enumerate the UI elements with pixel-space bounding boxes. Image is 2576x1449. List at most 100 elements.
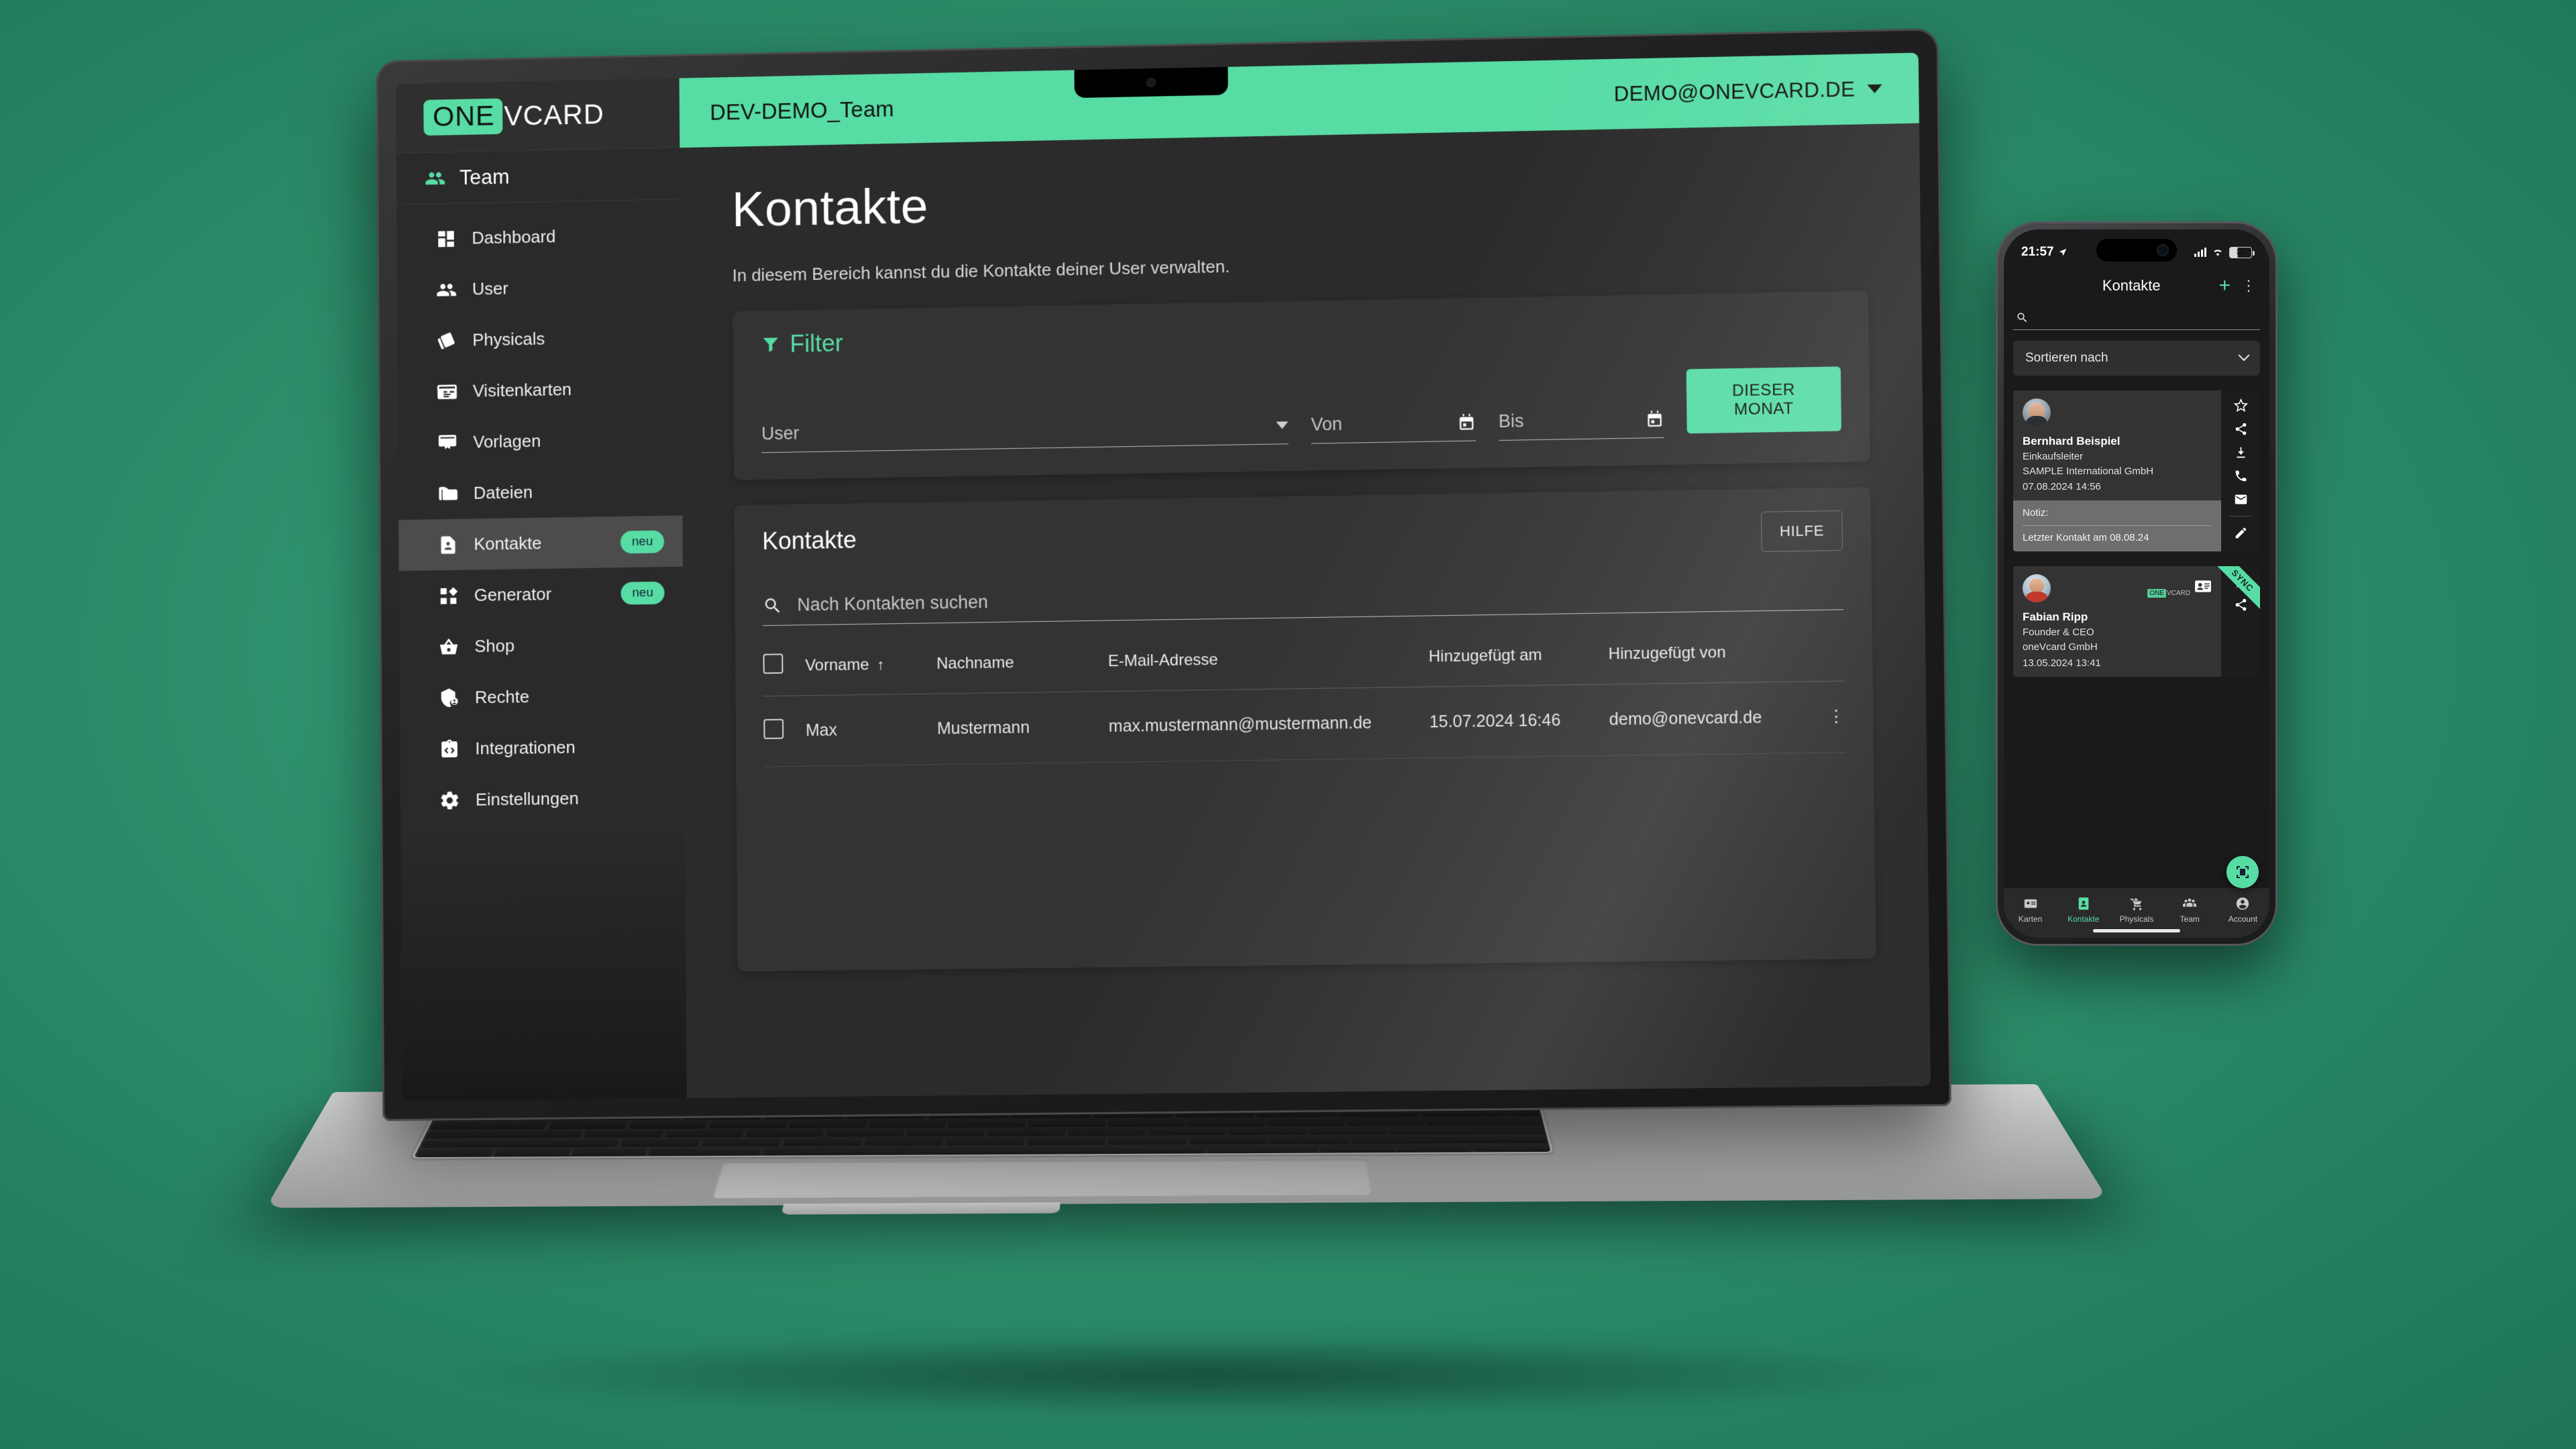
mini-logo-vcard: VCARD bbox=[2166, 590, 2190, 598]
column-header-nachname[interactable]: Nachname bbox=[936, 627, 1109, 694]
tab-account[interactable]: Account bbox=[2216, 896, 2269, 924]
sidebar-item-physicals[interactable]: Physicals bbox=[397, 311, 681, 367]
sidebar-item-kontakte[interactable]: Kontakte neu bbox=[398, 515, 683, 572]
column-header-actions bbox=[1810, 616, 1845, 682]
overflow-menu-icon[interactable]: ⋮ bbox=[2241, 278, 2256, 292]
contact-card[interactable]: Bernhard Beispiel Einkaufsleiter SAMPLE … bbox=[2013, 390, 2260, 552]
sidebar-item-label: User bbox=[472, 278, 508, 299]
phone-icon[interactable] bbox=[2234, 469, 2248, 483]
phone-status-bar: 21:57 36 bbox=[2004, 229, 2269, 268]
email-icon[interactable] bbox=[2234, 492, 2248, 506]
sidebar-team-row[interactable]: Team bbox=[396, 148, 680, 205]
share-icon[interactable] bbox=[2234, 598, 2248, 612]
contact-card-main: Bernhard Beispiel Einkaufsleiter SAMPLE … bbox=[2013, 390, 2221, 552]
note-text: Letzter Kontakt am 08.08.24 bbox=[2023, 532, 2149, 544]
contact-card[interactable]: ONE VCARD Fabian Ripp Founder & CEO oneV… bbox=[2013, 566, 2260, 677]
sidebar-item-label: Rechte bbox=[474, 686, 530, 708]
sidebar-item-dateien[interactable]: Dateien bbox=[398, 464, 683, 520]
select-all-checkbox[interactable] bbox=[763, 653, 784, 674]
share-icon[interactable] bbox=[2234, 422, 2248, 436]
code-clipboard-icon bbox=[438, 738, 461, 761]
download-icon[interactable] bbox=[2234, 445, 2248, 460]
account-email: DEMO@ONEVCARD.DE bbox=[1613, 77, 1856, 106]
sidebar-item-rechte[interactable]: Rechte bbox=[400, 669, 684, 724]
gear-icon bbox=[439, 789, 462, 812]
add-contact-icon[interactable]: + bbox=[2218, 276, 2231, 296]
location-arrow-icon bbox=[2059, 248, 2066, 256]
cell-vorname: Max bbox=[805, 694, 938, 767]
row-menu-icon[interactable]: ⋮ bbox=[1811, 681, 1845, 753]
cart-add-icon bbox=[2130, 898, 2142, 910]
help-button[interactable]: HILFE bbox=[1761, 510, 1843, 552]
contact-company: SAMPLE International GmbH bbox=[2023, 465, 2154, 477]
contact-actions bbox=[2221, 390, 2260, 552]
calendar-icon bbox=[1648, 411, 1662, 427]
edit-icon[interactable] bbox=[2234, 526, 2248, 540]
sidebar-item-label: Kontakte bbox=[474, 533, 542, 554]
user-select[interactable]: User bbox=[761, 415, 1289, 453]
phone-app-header: Kontakte + ⋮ bbox=[2004, 268, 2269, 303]
date-to-input[interactable]: Bis bbox=[1498, 408, 1664, 441]
date-from-input[interactable]: Von bbox=[1311, 411, 1476, 444]
sidebar-item-dashboard[interactable]: Dashboard bbox=[396, 209, 680, 265]
table-row[interactable]: Max Mustermann max.mustermann@mustermann… bbox=[763, 681, 1845, 767]
tab-team[interactable]: Team bbox=[2163, 896, 2216, 924]
phone-body: Sortieren nach Bernhard Beispiel Einkauf… bbox=[2004, 303, 2269, 888]
account-menu[interactable]: DEMO@ONEVCARD.DE bbox=[1614, 76, 1882, 106]
tab-label: Team bbox=[2180, 914, 2200, 924]
sidebar-item-shop[interactable]: Shop bbox=[399, 618, 684, 673]
filter-card: Filter User Von Bis DIESER MONAT bbox=[733, 290, 1870, 480]
tab-label: Kontakte bbox=[2068, 914, 2100, 924]
sidebar-item-vorlagen[interactable]: Vorlagen bbox=[398, 413, 682, 469]
column-header-email[interactable]: E-Mail-Adresse bbox=[1108, 623, 1430, 692]
tab-label: Karten bbox=[2018, 914, 2043, 924]
template-icon bbox=[436, 431, 459, 454]
tab-karten[interactable]: Karten bbox=[2004, 896, 2057, 924]
contacts-card: Kontakte HILFE Nach Kontakten suchen Vor… bbox=[734, 487, 1876, 972]
webcam-notch bbox=[1074, 66, 1228, 99]
column-header-hinzugefuegt-am[interactable]: Hinzugefügt am bbox=[1428, 620, 1609, 687]
chevron-down-icon bbox=[1276, 421, 1289, 429]
logo-vcard-text: VCARD bbox=[504, 98, 604, 131]
scan-qr-button[interactable] bbox=[2226, 856, 2259, 888]
sidebar-item-visitenkarten[interactable]: Visitenkarten bbox=[398, 362, 682, 418]
business-card-icon bbox=[436, 380, 459, 403]
sidebar-item-generator[interactable]: Generator neu bbox=[399, 567, 684, 623]
team-icon bbox=[424, 166, 447, 189]
cell-nachname: Mustermann bbox=[936, 691, 1110, 765]
sidebar-item-integrationen[interactable]: Integrationen bbox=[400, 720, 684, 775]
status-right: 36 bbox=[2194, 246, 2255, 258]
column-header-hinzugefuegt-von[interactable]: Hinzugefügt von bbox=[1608, 617, 1811, 685]
sidebar-item-label: Integrationen bbox=[475, 737, 576, 759]
main-area: DEV-DEMO_Team DEMO@ONEVCARD.DE Kontakte … bbox=[679, 52, 1931, 1098]
laptop-shadow bbox=[456, 1335, 1959, 1415]
star-icon[interactable] bbox=[2233, 398, 2248, 413]
phone-search-input[interactable] bbox=[2013, 307, 2260, 330]
wifi-icon bbox=[2214, 250, 2222, 256]
laptop-mockup: ONE VCARD Team Dashboard User Physicals … bbox=[266, 28, 2108, 1415]
sidebar: ONE VCARD Team Dashboard User Physicals … bbox=[395, 78, 688, 1102]
basket-icon bbox=[437, 635, 460, 658]
logo: ONE VCARD bbox=[423, 97, 604, 136]
contact-icon bbox=[2078, 897, 2089, 910]
tab-kontakte[interactable]: Kontakte bbox=[2057, 896, 2110, 924]
user-select-placeholder: User bbox=[761, 423, 800, 444]
onevcard-mini-logo: ONE VCARD bbox=[2147, 589, 2190, 598]
column-header-vorname[interactable]: Vorname ↑ bbox=[804, 630, 937, 696]
row-select-cell[interactable] bbox=[763, 695, 806, 767]
signal-icon bbox=[2194, 248, 2206, 257]
sidebar-item-einstellungen[interactable]: Einstellungen bbox=[400, 771, 685, 826]
cell-hinzugefuegt-am: 15.07.2024 16:46 bbox=[1429, 684, 1610, 758]
this-month-button[interactable]: DIESER MONAT bbox=[1686, 366, 1841, 434]
contact-name: Bernhard Beispiel bbox=[2023, 435, 2121, 447]
sidebar-item-label: Shop bbox=[474, 635, 515, 656]
contact-file-icon bbox=[437, 533, 460, 556]
row-checkbox[interactable] bbox=[763, 718, 784, 739]
tab-label: Account bbox=[2228, 914, 2258, 924]
table-body: Max Mustermann max.mustermann@mustermann… bbox=[763, 681, 1845, 767]
tab-physicals[interactable]: Physicals bbox=[2110, 896, 2163, 924]
brand-logo[interactable]: ONE VCARD bbox=[395, 78, 680, 154]
select-all-header[interactable] bbox=[763, 632, 806, 696]
sort-dropdown[interactable]: Sortieren nach bbox=[2013, 341, 2260, 376]
sidebar-item-user[interactable]: User bbox=[397, 260, 681, 316]
